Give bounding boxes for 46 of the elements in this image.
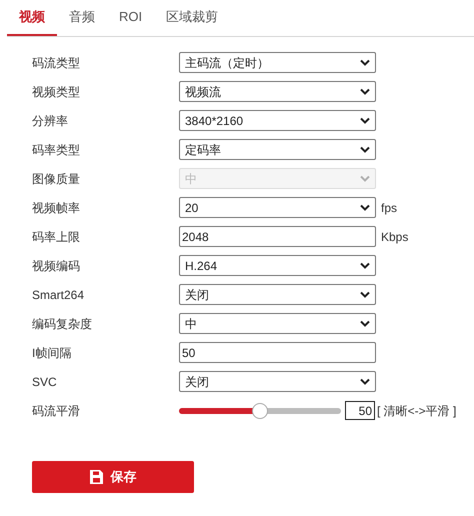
tab[interactable]: 区域裁剪	[154, 0, 230, 36]
chevron-icon	[360, 59, 370, 66]
unit-label: fps	[381, 200, 398, 216]
chevron-icon	[360, 291, 370, 298]
dropdown[interactable]: 3840*2160	[179, 110, 376, 131]
field-label: 码率上限	[32, 228, 81, 246]
tab[interactable]: ROI	[107, 0, 154, 36]
field-label: 视频帧率	[32, 200, 81, 216]
slider-hint: [ 清晰<->平滑 ]	[377, 402, 456, 420]
field-label: I帧间隔	[32, 344, 72, 362]
chevron-icon	[360, 146, 370, 153]
field-label: 视频编码	[32, 258, 81, 274]
field-label: 分辨率	[32, 112, 69, 130]
slider[interactable]	[179, 402, 341, 418]
chevron-icon	[360, 320, 370, 327]
chevron-icon	[360, 204, 370, 211]
dropdown[interactable]: 关闭	[179, 284, 376, 305]
chevron-icon	[360, 262, 370, 269]
save-icon	[90, 470, 102, 484]
field-label: Smart264	[32, 286, 86, 304]
field-label: 码流类型	[32, 54, 81, 72]
dropdown[interactable]: 主码流（定时）	[179, 52, 376, 73]
unit-label: Kbps	[381, 228, 408, 246]
chevron-icon	[360, 175, 370, 182]
dropdown[interactable]: 关闭	[179, 371, 376, 392]
field-label: SVC	[32, 374, 58, 390]
dropdown[interactable]: 中	[179, 313, 376, 334]
dropdown[interactable]: 视频流	[179, 81, 376, 102]
save-button[interactable]: 保存	[32, 461, 194, 493]
dropdown[interactable]: 20	[179, 197, 376, 218]
input-field[interactable]: 50	[179, 342, 376, 363]
input-field[interactable]: 2048	[179, 226, 376, 247]
chevron-icon	[360, 88, 370, 95]
field-label: 视频类型	[32, 84, 81, 100]
field-label: 码率类型	[32, 142, 81, 158]
field-label: 图像质量	[32, 170, 81, 188]
dropdown[interactable]: H.264	[179, 255, 376, 276]
tab[interactable]: 音频	[57, 0, 107, 36]
field-label: 码流平滑	[32, 402, 81, 420]
field-label: 编码复杂度	[32, 316, 93, 332]
chevron-icon	[360, 117, 370, 124]
dropdown[interactable]: 定码率	[179, 139, 376, 160]
chevron-icon	[360, 378, 370, 385]
slider-thumb[interactable]	[252, 402, 268, 418]
value-field[interactable]: 50	[345, 401, 375, 420]
tab[interactable]: 视频	[7, 0, 57, 36]
